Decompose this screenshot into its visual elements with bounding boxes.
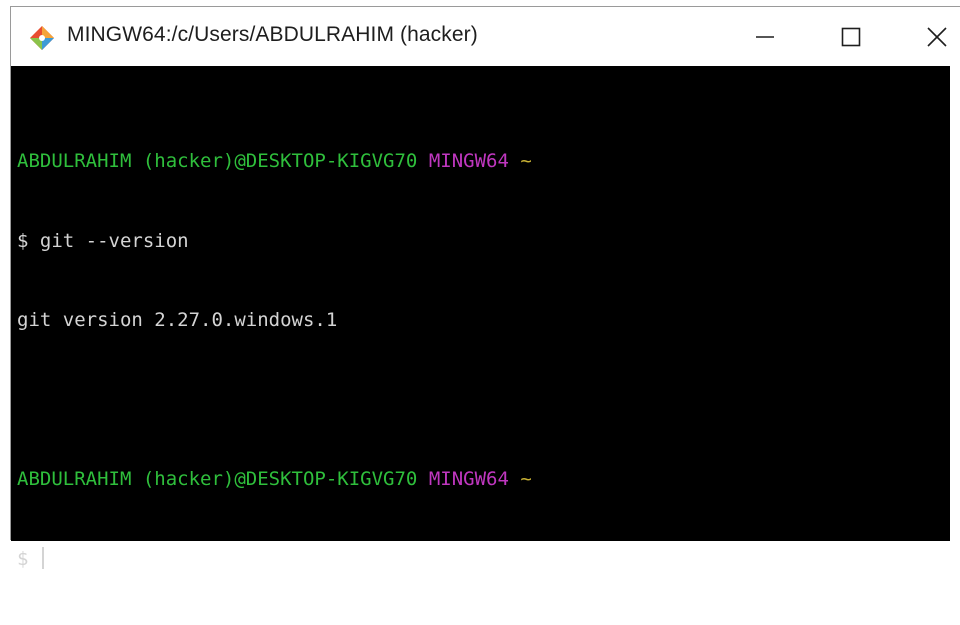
git-bash-window: MINGW64:/c/Users/ABDULRAHIM (hacker) ABD… xyxy=(10,6,960,570)
maximize-icon xyxy=(841,27,861,46)
prompt-env: MINGW64 xyxy=(428,468,509,490)
prompt-symbol: $ xyxy=(17,229,29,252)
close-icon xyxy=(927,26,947,47)
window-right-edge xyxy=(950,66,960,541)
output-line: git version 2.27.0.windows.1 xyxy=(17,307,950,334)
command-text: git --version xyxy=(39,229,189,252)
git-diamond-icon xyxy=(30,26,54,50)
title-bar[interactable]: MINGW64:/c/Users/ABDULRAHIM (hacker) xyxy=(11,7,960,66)
prompt-env: MINGW64 xyxy=(428,150,509,172)
prompt-user-host: ABDULRAHIM (hacker)@DESKTOP-KIGVG70 xyxy=(17,150,418,172)
prompt-line: ABDULRAHIM (hacker)@DESKTOP-KIGVG70 MING… xyxy=(17,466,950,493)
prompt-user-host: ABDULRAHIM (hacker)@DESKTOP-KIGVG70 xyxy=(17,468,418,490)
maximize-button[interactable] xyxy=(811,7,891,66)
minimize-icon xyxy=(756,35,774,38)
prompt-symbol: $ xyxy=(17,547,29,570)
command-output: git version 2.27.0.windows.1 xyxy=(17,309,338,331)
command-line: $ git --version xyxy=(17,228,950,255)
prompt-line: ABDULRAHIM (hacker)@DESKTOP-KIGVG70 MING… xyxy=(17,148,950,175)
close-button[interactable] xyxy=(897,7,960,66)
text-cursor xyxy=(41,546,44,569)
prompt-path: ~ xyxy=(520,150,532,172)
prompt-path: ~ xyxy=(520,468,532,490)
active-input-line[interactable]: $ xyxy=(17,546,950,573)
minimize-button[interactable] xyxy=(725,7,805,66)
terminal-area[interactable]: ABDULRAHIM (hacker)@DESKTOP-KIGVG70 MING… xyxy=(11,66,950,570)
window-title: MINGW64:/c/Users/ABDULRAHIM (hacker) xyxy=(67,23,478,46)
